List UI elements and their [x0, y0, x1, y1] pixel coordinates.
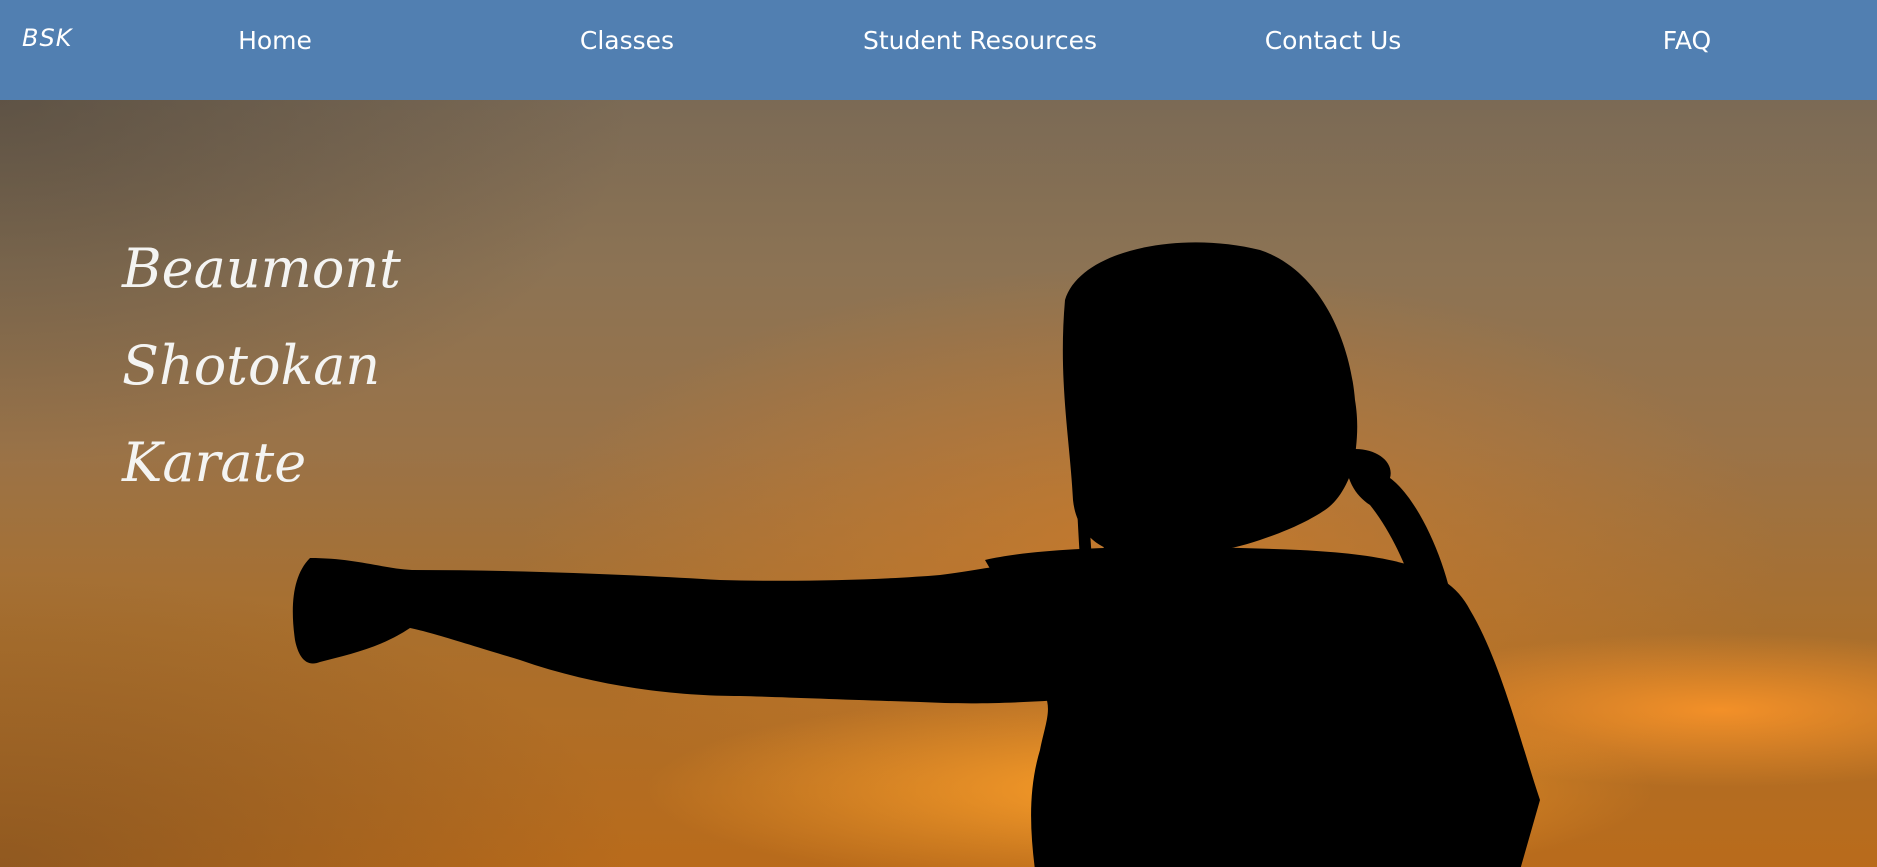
navbar: BSK Home Classes Student Resources Conta…: [0, 0, 1877, 100]
nav-link-faq[interactable]: FAQ: [1663, 26, 1711, 55]
nav-link-contact-us[interactable]: Contact Us: [1265, 26, 1402, 55]
hero-banner: Beaumont Shotokan Karate: [0, 100, 1877, 867]
hero-title-line-3: Karate: [122, 431, 307, 494]
nav-link-classes[interactable]: Classes: [580, 26, 674, 55]
nav-link-home[interactable]: Home: [238, 26, 312, 55]
nav-link-student-resources[interactable]: Student Resources: [863, 26, 1097, 55]
hero-title: Beaumont Shotokan Karate: [122, 220, 401, 511]
site-logo[interactable]: BSK: [22, 24, 72, 52]
hero-title-line-1: Beaumont: [122, 237, 401, 300]
hero-title-line-2: Shotokan: [122, 334, 381, 397]
